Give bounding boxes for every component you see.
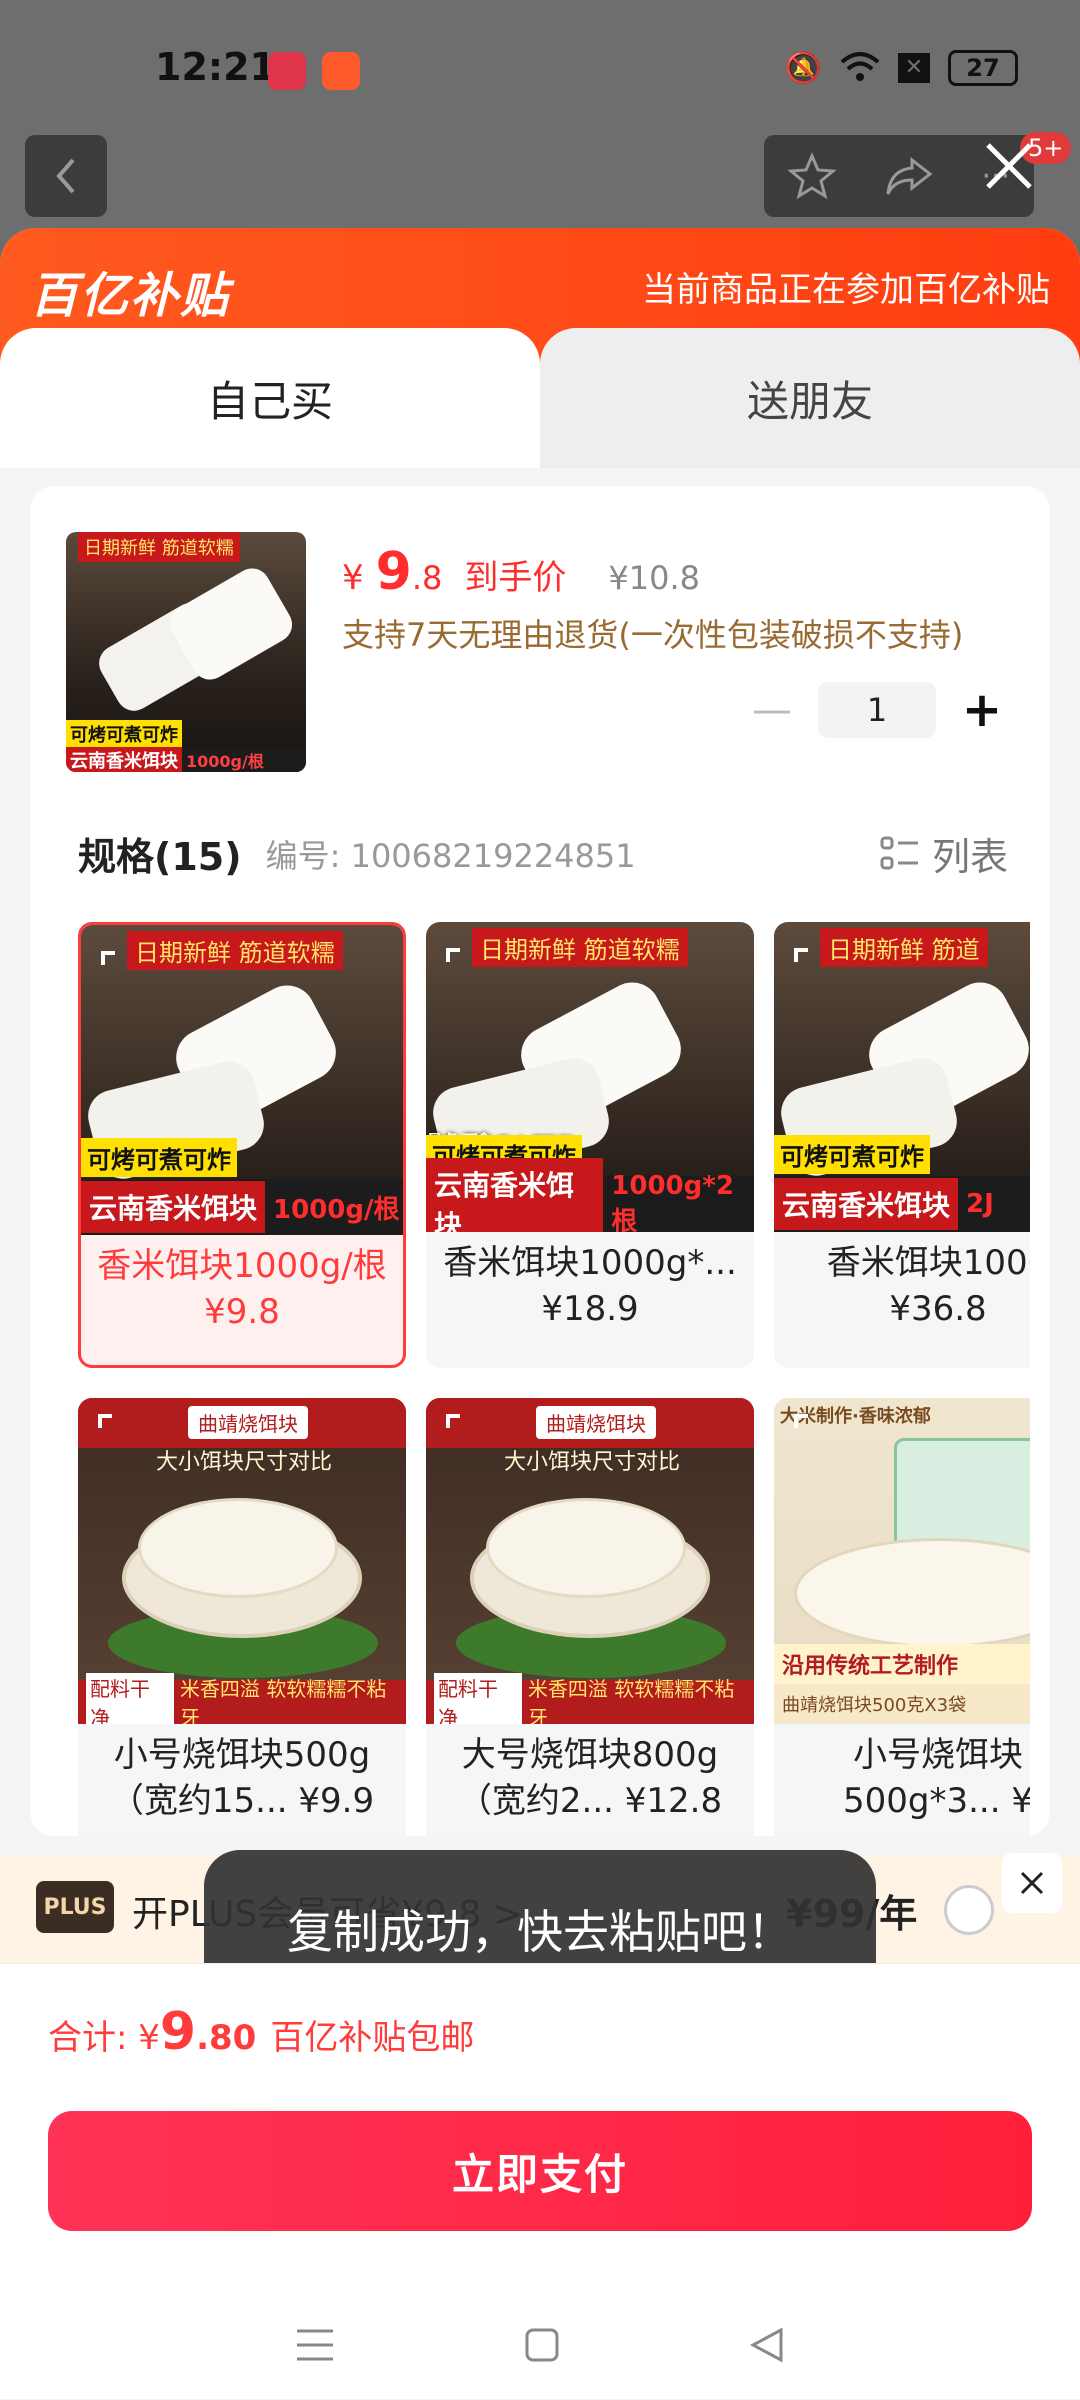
- back-icon[interactable]: [749, 2327, 785, 2363]
- video-app-icon: [322, 52, 360, 90]
- spec-grid: 日期新鲜 筋道软糯 可烤可煮可炸 云南香米饵块 1000g/根 香米饵块1000g…: [78, 922, 1030, 1836]
- status-indicators: 🔕 ✕ 27: [785, 50, 1018, 86]
- item-cap: 曲靖烧饵块: [536, 1406, 656, 1439]
- total-dec: .80: [196, 2018, 257, 2058]
- spec-item[interactable]: 曲靖烧饵块 大小饵块尺寸对比 配料干净 米香四溢 软软糯糯不粘牙 小号烧饵块500…: [78, 1398, 406, 1836]
- spec-item[interactable]: 日期新鲜 筋道软糯 可烤可煮可炸 云南香米饵块 1000g/根 香米饵块1000g…: [78, 922, 406, 1368]
- price-int: 9: [375, 542, 412, 602]
- total-row: 合计: ¥ 9 .80 百亿补贴包邮: [0, 1963, 1080, 2099]
- thumb-tag-top: 日期新鲜 筋道软糯: [78, 532, 240, 562]
- spec-title: 规格(15): [78, 835, 242, 879]
- home-icon[interactable]: [524, 2327, 560, 2363]
- expand-icon[interactable]: [96, 1412, 136, 1452]
- pay-now-button[interactable]: 立即支付: [48, 2111, 1032, 2231]
- total-label: 合计: ¥: [48, 2018, 160, 2058]
- share-icon[interactable]: [884, 154, 934, 198]
- quantity-input[interactable]: 1: [818, 682, 936, 738]
- price-label: 到手价: [464, 558, 567, 598]
- promo-text: 当前商品正在参加百亿补贴: [642, 270, 1050, 310]
- item-tag-yellow: 可烤可煮可炸: [774, 1135, 930, 1174]
- total-int: 9: [159, 2002, 197, 2062]
- close-icon[interactable]: [978, 135, 1040, 197]
- item-foot: 沿用传统工艺制作: [774, 1644, 1030, 1684]
- total-note: 百亿补贴包邮: [270, 2018, 475, 2058]
- item-sub: 大小饵块尺寸对比: [156, 1450, 333, 1475]
- price-currency: ¥: [342, 558, 364, 598]
- plus-badge: PLUS: [36, 1881, 114, 1933]
- list-view-toggle[interactable]: 列表: [880, 826, 1008, 881]
- spec-label: 小号烧饵块500g（宽约15... ¥9.9: [109, 1735, 375, 1821]
- item-tag-top: 日期新鲜 筋道: [820, 928, 988, 967]
- mute-icon: 🔕: [784, 50, 822, 86]
- item-foot-2: 曲靖烧饵块500克X3袋: [774, 1684, 1030, 1724]
- product-id[interactable]: 编号: 10068219224851: [266, 831, 636, 877]
- menu-icon[interactable]: [295, 2327, 335, 2363]
- star-icon[interactable]: [787, 152, 836, 200]
- system-nav-bar: [0, 2290, 1080, 2400]
- product-card: 日期新鲜 筋道软糯 可烤可煮可炸 云南香米饵块 1000g/根 ¥ 9.8 到手…: [30, 486, 1050, 1836]
- promo-logo: 百亿补贴: [30, 268, 231, 324]
- tab-buy-self[interactable]: 自己买: [0, 328, 540, 468]
- plus-close-button[interactable]: [1002, 1853, 1062, 1913]
- increase-button[interactable]: +: [954, 682, 1010, 738]
- battery-icon: 27: [948, 50, 1018, 86]
- app-heart-icon: [268, 52, 306, 90]
- status-bar: 12:21 🔕 ✕ 27: [0, 0, 1080, 130]
- thumb-name: 云南香米饵块: [66, 747, 182, 772]
- tab-gift[interactable]: 送朋友: [540, 328, 1080, 468]
- spec-item[interactable]: 日期新鲜 筋道软糯 饕餮3KTR 可烤可煮可炸 云南香米饵块1000g*2根 香…: [426, 922, 754, 1368]
- spec-item[interactable]: 大米制作·香味浓郁 沿用传统工艺制作 曲靖烧饵块500克X3袋 小号烧饵块 50…: [774, 1398, 1030, 1836]
- thumb-weight: 1000g/根: [186, 752, 264, 771]
- spec-label: 香米饵块1000g*... ¥18.9: [443, 1243, 737, 1329]
- back-button[interactable]: [25, 135, 107, 217]
- spec-item[interactable]: 日期新鲜 筋道 可烤可煮可炸 云南香米饵块 2J 香米饵块1000 ¥36.8: [774, 922, 1030, 1368]
- original-price: ¥10.8: [608, 559, 700, 597]
- price-row: ¥ 9.8 到手价 ¥10.8: [342, 542, 700, 602]
- decrease-button[interactable]: —: [744, 682, 800, 738]
- thumb-tag-yellow: 可烤可煮可炸: [66, 720, 182, 748]
- spec-label: 大号烧饵块800g（宽约2... ¥12.8: [457, 1735, 723, 1821]
- list-icon: [880, 836, 918, 869]
- buy-mode-tabs: 送朋友 自己买: [0, 328, 1080, 468]
- spec-header: 规格(15) 编号: 10068219224851 列表: [78, 826, 1008, 881]
- sim-icon: ✕: [898, 53, 930, 83]
- quantity-stepper: — 1 +: [744, 682, 1010, 738]
- expand-icon[interactable]: [792, 1412, 832, 1452]
- spec-label: 香米饵块1000 ¥36.8: [826, 1243, 1030, 1329]
- spec-item[interactable]: 曲靖烧饵块 大小饵块尺寸对比 配料干净 米香四溢 软软糯糯不粘牙 大号烧饵块800…: [426, 1398, 754, 1836]
- spec-label: 香米饵块1000g/根 ¥9.8: [97, 1246, 387, 1332]
- item-tag-top: 日期新鲜 筋道软糯: [472, 928, 688, 967]
- spec-label: 小号烧饵块 500g*3... ¥: [843, 1735, 1030, 1821]
- plus-radio[interactable]: [944, 1885, 994, 1935]
- close-icon: [1020, 1871, 1044, 1895]
- item-cap: 曲靖烧饵块: [188, 1406, 308, 1439]
- wifi-icon: [840, 52, 880, 81]
- item-tag-top: 日期新鲜 筋道软糯: [127, 931, 343, 970]
- product-thumbnail: 日期新鲜 筋道软糯 可烤可煮可炸 云南香米饵块 1000g/根: [66, 532, 306, 772]
- item-sub: 大小饵块尺寸对比: [504, 1450, 681, 1475]
- return-policy: 支持7天无理由退货(一次性包装破损不支持): [342, 616, 964, 654]
- chevron-left-icon: [56, 158, 75, 194]
- status-time: 12:21: [155, 45, 276, 89]
- expand-icon[interactable]: [444, 1412, 484, 1452]
- price-dec: .8: [411, 559, 443, 597]
- item-tag-yellow: 可烤可煮可炸: [81, 1138, 237, 1177]
